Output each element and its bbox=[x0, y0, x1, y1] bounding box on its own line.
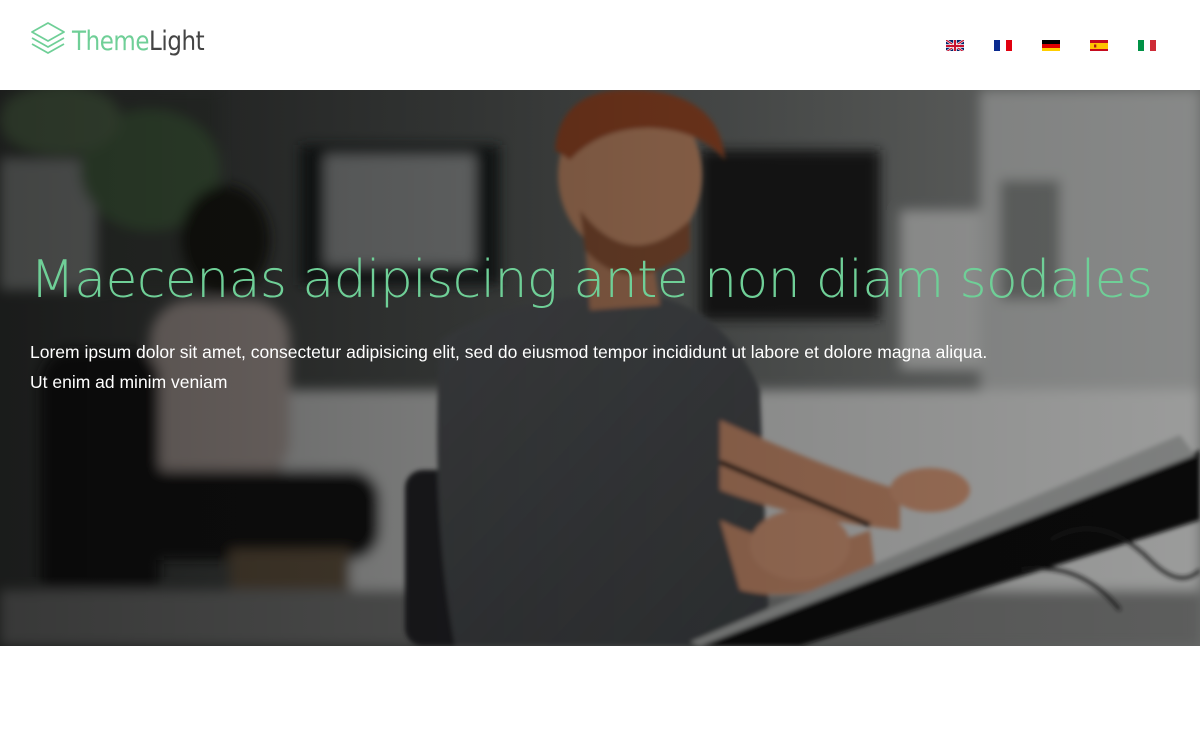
stacked-layers-icon bbox=[30, 20, 66, 60]
hero-description: Lorem ipsum dolor sit amet, consectetur … bbox=[30, 337, 1130, 397]
hero-title: Maecenas adipiscing ante non diam sodale… bbox=[30, 250, 1153, 310]
logo-word-theme: Theme bbox=[72, 25, 150, 57]
language-switcher bbox=[946, 39, 1156, 51]
flag-uk-icon[interactable] bbox=[946, 39, 964, 51]
logo-word-light: Light bbox=[149, 25, 205, 57]
flag-germany-icon[interactable] bbox=[1042, 39, 1060, 51]
hero-description-line-2: Ut enim ad minim veniam bbox=[30, 372, 228, 392]
logo-wordmark: ThemeLight bbox=[72, 25, 205, 57]
hero-description-line-1: Lorem ipsum dolor sit amet, consectetur … bbox=[30, 342, 988, 362]
hero-banner: Maecenas adipiscing ante non diam sodale… bbox=[0, 90, 1200, 646]
flag-spain-icon[interactable] bbox=[1090, 39, 1108, 51]
flag-france-icon[interactable] bbox=[994, 39, 1012, 51]
site-header: ThemeLight bbox=[0, 0, 1200, 90]
site-logo[interactable]: ThemeLight bbox=[30, 18, 228, 62]
flag-italy-icon[interactable] bbox=[1138, 39, 1156, 51]
